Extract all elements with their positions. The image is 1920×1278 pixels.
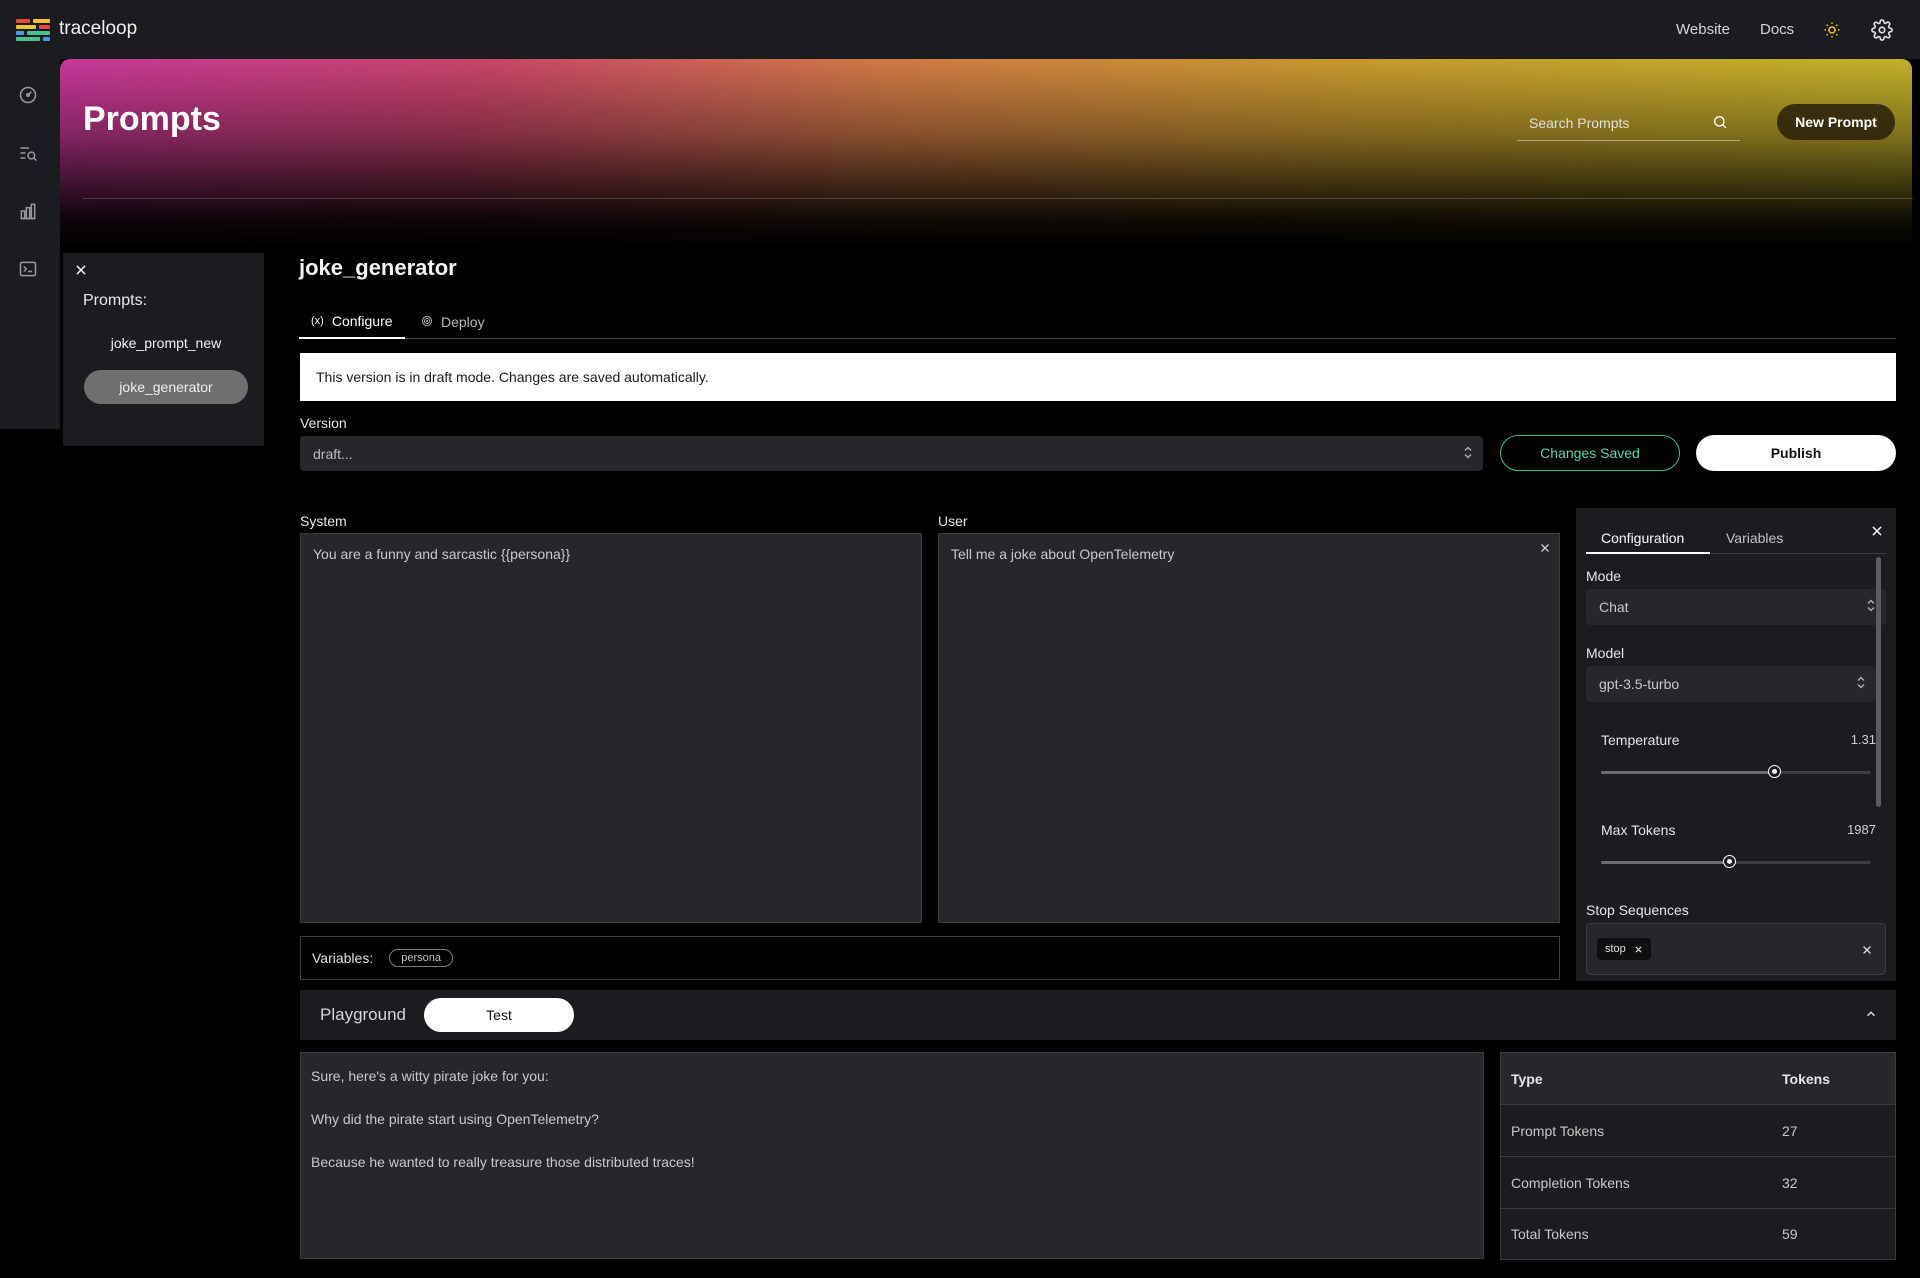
token-type-cell: Prompt Tokens [1511,1122,1605,1139]
deploy-target-icon [421,314,433,330]
metrics-chart-icon[interactable] [16,199,40,223]
stop-sequence-chip[interactable]: stop [1597,938,1651,960]
search-input[interactable] [1517,106,1707,140]
user-label: User [938,513,968,529]
updown-chevron-icon [1866,599,1876,616]
playground-label: Playground [320,1005,407,1024]
column-header-tokens: Tokens [1782,1070,1830,1087]
dashboard-icon[interactable] [16,83,40,107]
chevron-up-icon[interactable] [1864,1007,1878,1026]
updown-chevron-icon [1856,676,1866,693]
terminal-icon[interactable] [16,257,40,281]
prompt-title: joke_generator [299,255,457,280]
tab-deploy[interactable]: Deploy [409,305,497,339]
max-tokens-value: 1987 [1847,822,1876,837]
variables-bar: Variables: persona [300,936,1560,980]
table-row: Total Tokens 59 [1501,1209,1895,1259]
tab-configure-label: Configure [331,313,393,329]
completion-output: Sure, here's a witty pirate joke for you… [300,1052,1484,1259]
hero-banner [60,59,1912,247]
remove-chip-icon[interactable] [1634,945,1643,954]
token-type-cell: Completion Tokens [1511,1174,1630,1191]
max-tokens-slider-thumb[interactable] [1724,856,1735,867]
tab-variables[interactable]: Variables [1726,522,1783,554]
website-link[interactable]: Website [1676,21,1730,38]
tab-deploy-label: Deploy [441,314,485,330]
variables-label: Variables: [312,950,374,966]
test-button[interactable]: Test [424,998,574,1032]
output-line: Sure, here's a witty pirate joke for you… [311,1068,549,1084]
clear-user-message-icon[interactable] [1539,541,1551,559]
close-panel-icon[interactable] [1870,524,1884,543]
brand-name[interactable]: traceloop [59,18,137,40]
table-row: Prompt Tokens 27 [1501,1105,1895,1157]
configuration-panel: Configuration Variables Mode Chat Model … [1576,508,1896,981]
search-icon[interactable] [1712,114,1728,135]
hero-divider [83,198,1913,199]
tab-configure[interactable]: (x) Configure [299,305,405,339]
new-prompt-button[interactable]: New Prompt [1777,104,1895,140]
model-label: Model [1586,645,1625,661]
version-select[interactable]: draft... [300,436,1483,471]
version-value: draft... [313,445,353,462]
model-value: gpt-3.5-turbo [1599,676,1680,692]
docs-link[interactable]: Docs [1760,21,1794,38]
max-tokens-label: Max Tokens [1601,822,1676,838]
table-header-row: Type Tokens [1501,1053,1895,1105]
publish-button[interactable]: Publish [1696,435,1896,471]
temperature-value: 1.31 [1850,732,1876,747]
system-label: System [300,513,347,529]
top-bar: traceloop Website Docs [0,0,1920,59]
temperature-slider-thumb[interactable] [1769,766,1780,777]
settings-gear-icon[interactable] [1870,18,1894,42]
theme-toggle-sun-icon[interactable] [1820,18,1844,42]
trace-search-icon[interactable] [16,141,40,165]
system-prompt-input[interactable]: You are a funny and sarcastic {{persona}… [300,533,922,923]
traceloop-logo-icon[interactable] [16,19,50,41]
token-type-cell: Total Tokens [1511,1226,1589,1242]
output-line: Why did the pirate start using OpenTelem… [311,1111,599,1127]
sidebar-title: Prompts: [83,292,148,309]
token-count-cell: 59 [1782,1226,1798,1242]
changes-saved-button[interactable]: Changes Saved [1500,435,1680,471]
stop-sequences-input[interactable]: stop [1586,923,1886,975]
updown-chevron-icon [1463,445,1473,462]
prompts-sidebar: Prompts: joke_prompt_new joke_generator [63,253,264,446]
sidebar-item-joke-prompt-new[interactable]: joke_prompt_new [84,326,248,360]
tab-configuration[interactable]: Configuration [1601,522,1684,554]
draft-mode-banner: This version is in draft mode. Changes a… [300,353,1896,401]
token-count-cell: 32 [1782,1174,1798,1191]
output-line: Because he wanted to really treasure tho… [311,1154,695,1170]
mode-value: Chat [1599,599,1629,615]
temperature-label: Temperature [1601,732,1680,748]
stop-chip-label: stop [1605,943,1626,955]
column-header-type: Type [1511,1070,1543,1087]
max-tokens-slider-fill [1601,861,1732,864]
temperature-slider-fill [1601,771,1777,774]
variable-chip[interactable]: persona [389,949,453,967]
user-prompt-input[interactable]: Tell me a joke about OpenTelemetry [938,533,1560,923]
mode-select[interactable]: Chat [1586,589,1886,625]
clear-stop-sequences-icon[interactable] [1861,943,1873,961]
active-tab-indicator [1586,552,1710,554]
config-scrollbar[interactable] [1876,557,1881,807]
prompt-tabs: (x) Configure Deploy [299,305,1896,339]
stop-sequences-label: Stop Sequences [1586,902,1689,918]
mode-label: Mode [1586,568,1622,584]
playground-header: Playground Test [300,990,1896,1040]
left-nav-rail [0,59,60,429]
variable-x-icon: (x) [311,315,324,327]
table-row: Completion Tokens 32 [1501,1157,1895,1209]
token-usage-table: Type Tokens Prompt Tokens 27 Completion … [1500,1052,1896,1260]
page-title: Prompts [83,100,221,138]
version-label: Version [300,415,347,431]
close-icon[interactable] [74,263,88,282]
search-box [1517,106,1740,141]
token-count-cell: 27 [1782,1122,1798,1139]
sidebar-item-joke-generator[interactable]: joke_generator [84,370,248,404]
model-select[interactable]: gpt-3.5-turbo [1586,666,1876,702]
